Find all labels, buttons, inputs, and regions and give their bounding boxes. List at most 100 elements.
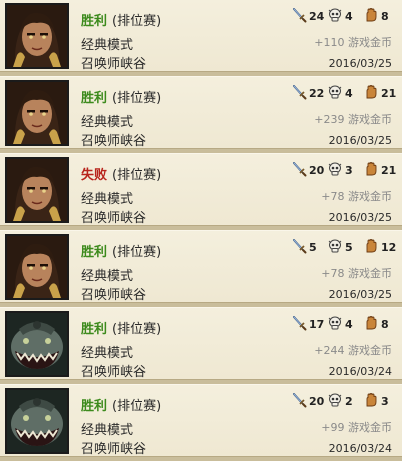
match-result: 胜利 [81, 91, 108, 106]
sword-icon [291, 161, 309, 180]
match-result: 胜利 [81, 14, 108, 29]
assists-value: 3 [381, 394, 389, 408]
champion-avatar [5, 388, 69, 454]
map-name: 召唤师峡谷 [81, 365, 147, 380]
match-row[interactable]: 失败 (排位赛) 经典模式召唤师峡谷 20 3 21 +78 游戏金币 2016/03/25 [0, 153, 402, 226]
kills-value: 24 [309, 9, 325, 23]
hand-icon [363, 161, 381, 180]
sword-icon [291, 7, 309, 26]
match-row[interactable]: 胜利 (排位赛) 经典模式召唤师峡谷 22 4 21 +239 游戏金币 2016/03/25 [0, 76, 402, 149]
deaths-value: 2 [345, 394, 353, 408]
champion-avatar [5, 80, 69, 146]
game-mode: 经典模式 [81, 115, 134, 130]
skull-icon [327, 161, 345, 180]
deaths-value: 4 [345, 9, 353, 23]
map-name: 召唤师峡谷 [81, 211, 147, 226]
kills-stat: 22 [291, 83, 324, 103]
deaths-value: 4 [345, 317, 353, 331]
kills-value: 22 [309, 86, 325, 100]
queue-type: (排位赛) [112, 245, 162, 260]
deaths-stat: 3 [327, 160, 353, 180]
hand-icon [363, 238, 381, 257]
queue-type: (排位赛) [112, 322, 162, 337]
assists-value: 8 [381, 9, 389, 23]
skull-icon [327, 238, 345, 257]
deaths-stat: 4 [327, 314, 353, 334]
map-name: 召唤师峡谷 [81, 288, 147, 303]
map-name: 召唤师峡谷 [81, 442, 147, 457]
sword-icon [291, 315, 309, 334]
sword-icon [291, 238, 309, 257]
gold-reward: +244 游戏金币 [314, 344, 392, 357]
assists-stat: 12 [363, 237, 396, 257]
match-date: 2016/03/24 [328, 365, 392, 378]
match-date: 2016/03/25 [328, 57, 392, 70]
kills-stat: 5 [291, 237, 317, 257]
match-date: 2016/03/25 [328, 211, 392, 224]
champion-avatar [5, 157, 69, 223]
assists-value: 12 [381, 240, 397, 254]
sword-icon [291, 392, 309, 411]
map-name: 召唤师峡谷 [81, 134, 147, 149]
kills-value: 17 [309, 317, 325, 331]
game-mode: 经典模式 [81, 192, 134, 207]
assists-value: 8 [381, 317, 389, 331]
assists-value: 21 [381, 86, 397, 100]
deaths-value: 3 [345, 163, 353, 177]
deaths-value: 4 [345, 86, 353, 100]
hand-icon [363, 7, 381, 26]
queue-type: (排位赛) [112, 14, 162, 29]
match-row[interactable]: 胜利 (排位赛) 经典模式 召唤师峡谷 24 4 8 +110 游戏金币 2016/03/25 [0, 0, 402, 72]
kills-stat: 20 [291, 160, 324, 180]
deaths-stat: 5 [327, 237, 353, 257]
gold-reward: +99 游戏金币 [321, 421, 392, 434]
match-result: 胜利 [81, 399, 108, 414]
match-row[interactable]: 胜利 (排位赛) 经典模式召唤师峡谷 17 4 8 +244 游戏金币 2016/03/24 [0, 307, 402, 380]
skull-icon [327, 84, 345, 103]
match-date: 2016/03/24 [328, 442, 392, 455]
game-mode: 经典模式 [81, 38, 134, 53]
assists-stat: 21 [363, 83, 396, 103]
deaths-stat: 4 [327, 83, 353, 103]
kills-value: 20 [309, 163, 325, 177]
assists-stat: 8 [363, 314, 389, 334]
match-result: 胜利 [81, 322, 108, 337]
game-mode: 经典模式 [81, 269, 134, 284]
champion-avatar [5, 234, 69, 300]
assists-stat: 21 [363, 160, 396, 180]
hand-icon [363, 392, 381, 411]
match-result: 失败 [81, 168, 108, 183]
deaths-stat: 2 [327, 391, 353, 411]
game-mode: 经典模式 [81, 346, 134, 361]
assists-stat: 3 [363, 391, 389, 411]
champion-avatar [5, 311, 69, 377]
match-history-list: 胜利 (排位赛) 经典模式 召唤师峡谷 24 4 8 +110 游戏金币 2016/03/25 胜… [0, 0, 402, 461]
kills-value: 20 [309, 394, 325, 408]
map-name: 召唤师峡谷 [81, 57, 147, 72]
skull-icon [327, 315, 345, 334]
match-row[interactable]: 胜利 (排位赛) 经典模式 召唤师峡谷 20 2 3 +99 游戏金币 2016/03/24 [0, 384, 402, 457]
assists-value: 21 [381, 163, 397, 177]
hand-icon [363, 84, 381, 103]
kills-stat: 17 [291, 314, 324, 334]
kills-stat: 24 [291, 6, 324, 26]
hand-icon [363, 315, 381, 334]
kills-value: 5 [309, 240, 317, 254]
skull-icon [327, 7, 345, 26]
match-result: 胜利 [81, 245, 108, 260]
match-date: 2016/03/25 [328, 288, 392, 301]
match-row[interactable]: 胜利 (排位赛) 经典模式召唤师峡谷 5 5 12 +78 游戏金币 2016/03/25 [0, 230, 402, 303]
assists-stat: 8 [363, 6, 389, 26]
queue-type: (排位赛) [112, 168, 162, 183]
sword-icon [291, 84, 309, 103]
gold-reward: +78 游戏金币 [321, 190, 392, 203]
skull-icon [327, 392, 345, 411]
champion-avatar [5, 3, 69, 69]
deaths-stat: 4 [327, 6, 353, 26]
gold-reward: +78 游戏金币 [321, 267, 392, 280]
gold-reward: +239 游戏金币 [314, 113, 392, 126]
kills-stat: 20 [291, 391, 324, 411]
match-date: 2016/03/25 [328, 134, 392, 147]
queue-type: (排位赛) [112, 399, 162, 414]
queue-type: (排位赛) [112, 91, 162, 106]
